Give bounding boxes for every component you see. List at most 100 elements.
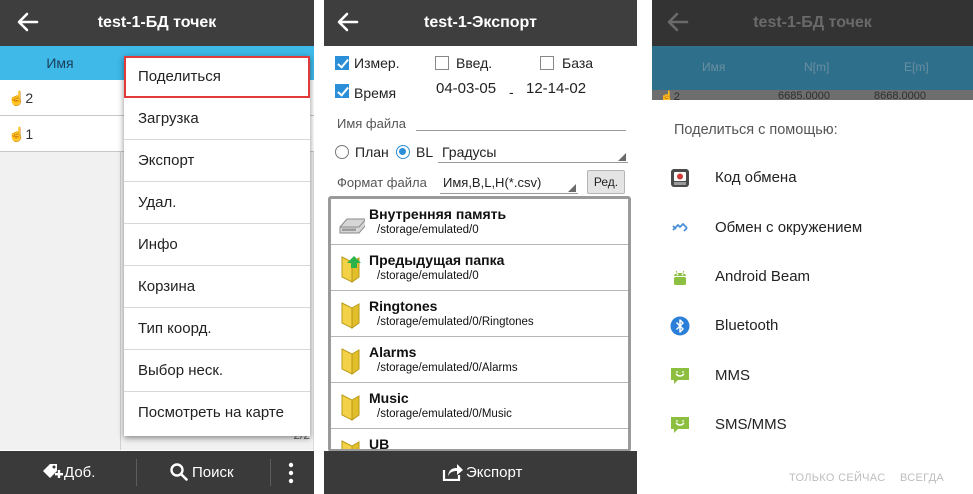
menu-item-share[interactable]: Поделиться bbox=[124, 56, 310, 98]
point-name: ☝2 bbox=[660, 91, 680, 100]
bottom-toolbar: Экспорт bbox=[324, 451, 637, 494]
bluetooth-icon bbox=[670, 316, 690, 336]
bl-radio[interactable] bbox=[396, 145, 410, 159]
list-item[interactable]: Music /storage/emulated/0/Music bbox=[331, 383, 628, 429]
folder-up-icon bbox=[341, 256, 361, 283]
mms-icon bbox=[671, 368, 689, 384]
menu-item-multi-select[interactable]: Выбор неск. bbox=[124, 350, 310, 392]
menu-item-export[interactable]: Экспорт bbox=[124, 140, 310, 182]
screen-title: test-1-БД точек bbox=[753, 14, 872, 31]
bl-label: BL bbox=[416, 144, 434, 160]
folder-icon bbox=[341, 440, 360, 449]
edit-format-button[interactable]: Ред. bbox=[587, 170, 625, 194]
entered-label: Введ. bbox=[456, 55, 493, 71]
share-target-sms-mms[interactable]: SMS/MMS bbox=[652, 403, 973, 449]
menu-item-coord-type[interactable]: Тип коорд. bbox=[124, 308, 310, 350]
spinner-arrow-icon bbox=[618, 153, 626, 161]
measured-checkbox[interactable] bbox=[335, 56, 349, 70]
file-path: /storage/emulated/0/Ringtones bbox=[377, 316, 534, 328]
share-target-mms[interactable]: MMS bbox=[652, 354, 973, 400]
context-menu: Поделиться Загрузка Экспорт Удал. Инфо К… bbox=[124, 56, 310, 436]
column-header-name: Имя bbox=[702, 60, 726, 74]
dimmed-background: test-1-БД точек Имя N[m] E[m] ☝2 6685.00… bbox=[652, 0, 973, 100]
list-item[interactable]: Внутренняя память /storage/emulated/0 bbox=[331, 199, 628, 245]
toolbar-divider bbox=[270, 459, 271, 486]
menu-item-load[interactable]: Загрузка bbox=[124, 98, 310, 140]
share-target-label: Android Beam bbox=[715, 268, 811, 285]
units-spinner-value[interactable]: Градусы bbox=[442, 144, 496, 160]
share-target-android-beam[interactable]: Android Beam bbox=[652, 255, 973, 301]
point-name: ☝2 bbox=[8, 90, 34, 106]
list-item[interactable]: Предыдущая папка /storage/emulated/0 bbox=[331, 245, 628, 291]
time-label: Время bbox=[354, 85, 397, 101]
app-bar: test-1-БД точек bbox=[652, 0, 973, 46]
plan-radio[interactable] bbox=[335, 145, 349, 159]
search-icon bbox=[170, 463, 188, 481]
date-separator: - bbox=[509, 84, 514, 100]
menu-item-info[interactable]: Инфо bbox=[124, 224, 310, 266]
file-path: /storage/emulated/0 bbox=[377, 270, 479, 282]
date-to[interactable]: 12-14-02 bbox=[526, 80, 586, 97]
overflow-menu-icon[interactable] bbox=[286, 462, 296, 484]
share-chooser-screen: test-1-БД точек Имя N[m] E[m] ☝2 6685.00… bbox=[652, 0, 973, 494]
list-item[interactable]: Alarms /storage/emulated/0/Alarms bbox=[331, 337, 628, 383]
measured-label: Измер. bbox=[354, 55, 400, 71]
share-export-icon bbox=[442, 464, 463, 481]
share-target-nearby[interactable]: Обмен с окружением bbox=[652, 206, 973, 252]
easting-value: 8668.0000 bbox=[874, 90, 926, 100]
table-header: Имя N[m] E[m] bbox=[652, 46, 973, 90]
table-row: ☝2 6685.0000 8668.0000 bbox=[652, 90, 973, 100]
add-point-icon bbox=[43, 464, 63, 478]
entered-checkbox[interactable] bbox=[435, 56, 449, 70]
file-name: Внутренняя память bbox=[369, 206, 507, 222]
share-target-label: MMS bbox=[715, 367, 750, 384]
column-header-name[interactable]: Имя bbox=[0, 55, 120, 71]
column-header-n: N[m] bbox=[804, 60, 830, 74]
time-checkbox[interactable] bbox=[335, 84, 349, 98]
share-target-bluetooth[interactable]: Bluetooth bbox=[652, 304, 973, 350]
base-checkbox[interactable] bbox=[540, 56, 554, 70]
point-name: ☝1 bbox=[8, 126, 34, 142]
date-from[interactable]: 04-03-05 bbox=[436, 80, 496, 97]
always-button[interactable]: ВСЕГДА bbox=[900, 472, 944, 484]
file-path: /storage/emulated/0/Music bbox=[377, 408, 512, 420]
share-target-label: SMS/MMS bbox=[715, 416, 787, 433]
exchange-code-icon bbox=[671, 169, 689, 187]
base-label: База bbox=[562, 55, 594, 71]
points-db-screen: test-1-БД точек Имя ☝2 ☝1 2/2 Поделиться… bbox=[0, 0, 314, 494]
add-label: Доб. bbox=[64, 464, 96, 481]
filename-label: Имя файла bbox=[337, 116, 406, 131]
list-item[interactable]: UB bbox=[331, 429, 628, 452]
file-name: Предыдущая папка bbox=[369, 252, 505, 268]
search-label: Поиск bbox=[192, 464, 234, 481]
share-target-exchange-code[interactable]: Код обмена bbox=[652, 156, 973, 202]
bottom-toolbar: Доб. Поиск bbox=[0, 451, 314, 494]
format-label: Формат файла bbox=[337, 175, 427, 190]
plan-label: План bbox=[355, 144, 389, 160]
menu-item-trash[interactable]: Корзина bbox=[124, 266, 310, 308]
file-name: Music bbox=[369, 390, 409, 406]
folder-icon bbox=[341, 394, 360, 421]
file-name: UB bbox=[369, 436, 390, 452]
spinner-arrow-icon bbox=[568, 184, 576, 192]
file-path: /storage/emulated/0/Alarms bbox=[377, 362, 518, 374]
export-screen: test-1-Экспорт Измер. Введ. База Время 0… bbox=[324, 0, 637, 494]
share-target-label: Обмен с окружением bbox=[715, 219, 863, 236]
format-spinner-value[interactable]: Имя,B,L,H(*.csv) bbox=[443, 175, 541, 190]
column-header-e: E[m] bbox=[904, 60, 929, 74]
northing-value: 6685.0000 bbox=[778, 90, 830, 100]
toolbar-divider bbox=[136, 459, 137, 486]
folder-icon bbox=[341, 348, 360, 375]
share-sheet-title: Поделиться с помощью: bbox=[674, 122, 838, 138]
nearby-share-icon bbox=[672, 222, 688, 232]
menu-item-delete[interactable]: Удал. bbox=[124, 182, 310, 224]
app-bar: test-1-БД точек bbox=[0, 0, 314, 46]
app-bar: test-1-Экспорт bbox=[324, 0, 637, 46]
menu-item-view-on-map[interactable]: Посмотреть на карте bbox=[124, 392, 310, 434]
share-sheet: Поделиться с помощью: Код обмена Обмен с… bbox=[652, 100, 973, 494]
file-path: /storage/emulated/0 bbox=[377, 224, 479, 236]
list-item[interactable]: Ringtones /storage/emulated/0/Ringtones bbox=[331, 291, 628, 337]
units-spinner-underline bbox=[438, 162, 628, 163]
drive-icon bbox=[339, 218, 365, 234]
just-once-button[interactable]: ТОЛЬКО СЕЙЧАС bbox=[789, 472, 885, 484]
